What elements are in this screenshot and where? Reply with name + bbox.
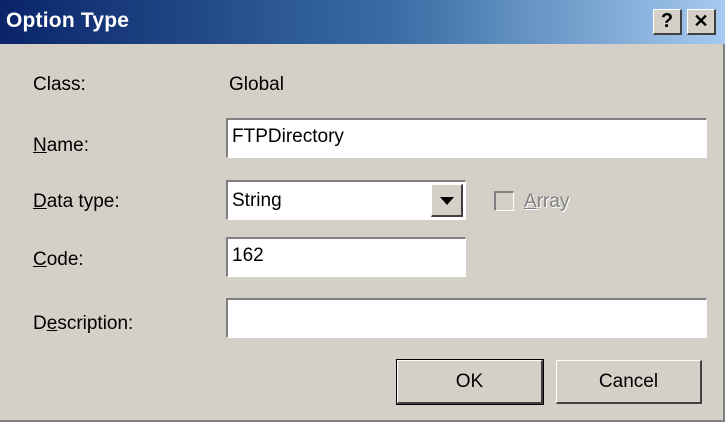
title-bar[interactable]: Option Type ? ✕ xyxy=(0,0,725,44)
data-type-label: Data type: xyxy=(33,191,120,213)
data-type-selected-value: String xyxy=(232,190,282,211)
description-label-mnemonic: e xyxy=(46,313,58,334)
help-icon: ? xyxy=(660,10,674,32)
name-label: Name: xyxy=(33,135,89,157)
class-value: Global xyxy=(229,74,284,95)
dialog-title: Option Type xyxy=(6,9,130,32)
code-label: Code: xyxy=(33,249,84,271)
close-icon: ✕ xyxy=(693,11,709,31)
array-label: Array xyxy=(524,191,569,213)
description-label-text: scription: xyxy=(57,313,134,334)
description-label-pre: D xyxy=(33,313,47,334)
code-input[interactable]: 162 xyxy=(226,237,466,277)
array-checkbox[interactable] xyxy=(494,191,514,211)
data-type-label-text: ata type: xyxy=(46,191,120,212)
data-type-label-mnemonic: D xyxy=(33,191,47,212)
chevron-down-icon xyxy=(440,197,454,205)
code-label-mnemonic: C xyxy=(33,249,47,270)
array-label-text: rray xyxy=(536,191,570,212)
name-input[interactable]: FTPDirectory xyxy=(226,118,707,158)
class-label: Class: xyxy=(33,74,86,95)
name-label-text: ame: xyxy=(46,135,89,156)
data-type-dropdown-button[interactable] xyxy=(431,184,463,217)
help-button[interactable]: ? xyxy=(653,9,682,35)
description-input[interactable] xyxy=(226,298,707,338)
cancel-button[interactable]: Cancel xyxy=(556,360,702,404)
ok-button[interactable]: OK xyxy=(396,359,544,405)
description-label: Description: xyxy=(33,313,133,335)
close-button[interactable]: ✕ xyxy=(687,9,716,35)
code-label-text: ode: xyxy=(46,249,84,270)
name-label-mnemonic: N xyxy=(33,135,47,156)
array-label-mnemonic: A xyxy=(524,191,537,212)
option-type-dialog: Option Type ? ✕ Class: Global Name: FTPD… xyxy=(0,0,725,422)
data-type-select[interactable]: String xyxy=(226,180,466,220)
